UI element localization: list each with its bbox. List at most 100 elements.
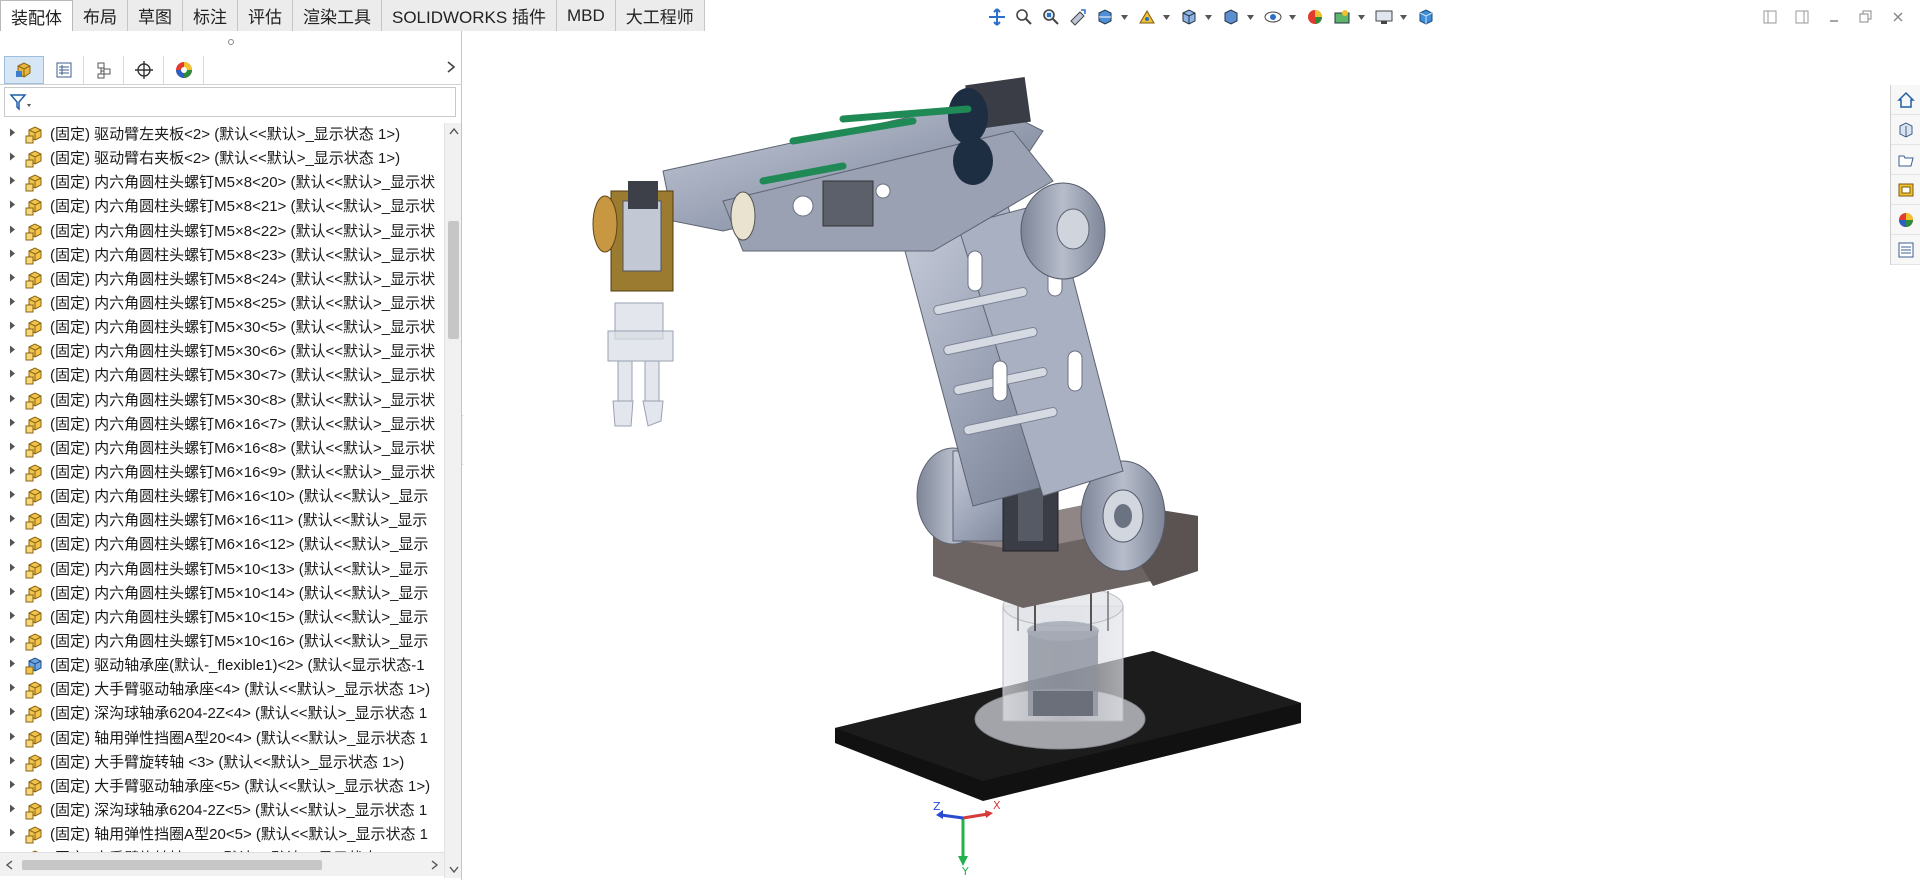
tree-horizontal-scrollbar[interactable] [0, 852, 444, 876]
close-icon[interactable] [1886, 5, 1910, 29]
scroll-right-icon[interactable] [426, 853, 444, 877]
command-tab-6[interactable]: SOLIDWORKS 插件 [382, 0, 557, 31]
tree-item[interactable]: (固定) 内六角圆柱头螺钉M5×8<21> (默认<<默认>_显示状 [0, 195, 444, 219]
dropdown-caret-icon[interactable] [1357, 5, 1365, 29]
tree-item[interactable]: (固定) 内六角圆柱头螺钉M6×16<8> (默认<<默认>_显示状 [0, 437, 444, 461]
move-view-icon[interactable] [985, 5, 1009, 29]
expand-arrow-icon[interactable] [0, 702, 18, 726]
zoom-area-icon[interactable] [1039, 5, 1063, 29]
expand-arrow-icon[interactable] [0, 437, 18, 461]
tree-item[interactable]: (固定) 大手臂旋转轴 <3> (默认<<默认>_显示状态 1>) [0, 751, 444, 775]
appearances-icon[interactable] [1891, 205, 1920, 235]
dropdown-caret-icon[interactable] [1288, 5, 1296, 29]
expand-arrow-icon[interactable] [0, 799, 18, 823]
dimxpert-tab[interactable] [124, 55, 164, 84]
expand-arrow-icon[interactable] [0, 654, 18, 678]
expand-arrow-icon[interactable] [0, 678, 18, 702]
display-style-icon[interactable] [1219, 5, 1243, 29]
expand-arrow-icon[interactable] [0, 533, 18, 557]
tile-left-icon[interactable] [1758, 5, 1782, 29]
isometric-icon[interactable] [1414, 5, 1438, 29]
edit-appearance-icon[interactable] [1303, 5, 1327, 29]
command-tab-0[interactable]: 装配体 [0, 0, 73, 31]
tree-item[interactable]: (固定) 轴用弹性挡圈A型20<5> (默认<<默认>_显示状态 1 [0, 823, 444, 847]
command-tab-8[interactable]: 大工程师 [615, 0, 705, 31]
expand-arrow-icon[interactable] [0, 123, 18, 147]
tree-item[interactable]: (固定) 深沟球轴承6204-2Z<4> (默认<<默认>_显示状态 1 [0, 702, 444, 726]
tree-item[interactable]: (固定) 内六角圆柱头螺钉M5×30<6> (默认<<默认>_显示状 [0, 340, 444, 364]
tree-filter[interactable] [4, 87, 456, 117]
tree-item[interactable]: (固定) 内六角圆柱头螺钉M6×16<12> (默认<<默认>_显示 [0, 533, 444, 557]
view-palette-icon[interactable] [1891, 175, 1920, 205]
tree-item[interactable]: (固定) 内六角圆柱头螺钉M5×8<22> (默认<<默认>_显示状 [0, 220, 444, 244]
expand-arrow-icon[interactable] [0, 268, 18, 292]
tree-item[interactable]: (固定) 驱动轴承座(默认-_flexible1)<2> (默认<显示状态-1 [0, 654, 444, 678]
expand-arrow-icon[interactable] [0, 751, 18, 775]
expand-arrow-icon[interactable] [0, 195, 18, 219]
tree-item[interactable]: (固定) 内六角圆柱头螺钉M6×16<7> (默认<<默认>_显示状 [0, 413, 444, 437]
design-library-icon[interactable] [1891, 115, 1920, 145]
command-tab-4[interactable]: 评估 [238, 0, 293, 31]
expand-arrow-icon[interactable] [0, 244, 18, 268]
expand-arrow-icon[interactable] [0, 823, 18, 847]
tree-item[interactable]: (固定) 轴用弹性挡圈A型20<4> (默认<<默认>_显示状态 1 [0, 727, 444, 751]
display-manager-tab[interactable] [164, 55, 204, 84]
configurationmanager-tab[interactable] [84, 55, 124, 84]
file-explorer-icon[interactable] [1891, 145, 1920, 175]
scroll-up-icon[interactable] [445, 123, 462, 139]
view-orientation-icon[interactable] [1177, 5, 1201, 29]
graphics-area[interactable]: X Y Z [463, 31, 1920, 880]
section-view-icon[interactable] [1093, 5, 1117, 29]
expand-arrow-icon[interactable] [0, 582, 18, 606]
tree-item[interactable]: (固定) 驱动臂右夹板<2> (默认<<默认>_显示状态 1>) [0, 147, 444, 171]
propertymanager-tab[interactable] [44, 55, 84, 84]
expand-arrow-icon[interactable] [0, 461, 18, 485]
command-tab-3[interactable]: 标注 [183, 0, 238, 31]
expand-arrow-icon[interactable] [0, 220, 18, 244]
dropdown-caret-icon[interactable] [1246, 5, 1254, 29]
tree-item[interactable]: (固定) 内六角圆柱头螺钉M5×10<14> (默认<<默认>_显示 [0, 582, 444, 606]
command-tab-1[interactable]: 布局 [73, 0, 128, 31]
dynamic-annotation-icon[interactable] [1135, 5, 1159, 29]
tree-item[interactable]: (固定) 驱动臂左夹板<2> (默认<<默认>_显示状态 1>) [0, 123, 444, 147]
tree-item[interactable]: (固定) 内六角圆柱头螺钉M6×16<11> (默认<<默认>_显示 [0, 509, 444, 533]
tree-item[interactable]: (固定) 内六角圆柱头螺钉M5×10<16> (默认<<默认>_显示 [0, 630, 444, 654]
expand-arrow-icon[interactable] [0, 485, 18, 509]
expand-arrow-icon[interactable] [0, 171, 18, 195]
tree-item[interactable]: (固定) 内六角圆柱头螺钉M5×8<20> (默认<<默认>_显示状 [0, 171, 444, 195]
tree-item[interactable]: (固定) 大手臂驱动轴承座<4> (默认<<默认>_显示状态 1>) [0, 678, 444, 702]
dropdown-caret-icon[interactable] [1120, 5, 1128, 29]
expand-arrow-icon[interactable] [0, 364, 18, 388]
tree-vertical-scrollbar[interactable] [444, 123, 461, 878]
expand-arrow-icon[interactable] [0, 316, 18, 340]
tree-item[interactable]: (固定) 内六角圆柱头螺钉M5×8<24> (默认<<默认>_显示状 [0, 268, 444, 292]
expand-arrow-icon[interactable] [0, 292, 18, 316]
restore-icon[interactable] [1854, 5, 1878, 29]
expand-arrow-icon[interactable] [0, 606, 18, 630]
expand-arrow-icon[interactable] [0, 630, 18, 654]
tree-item[interactable]: (固定) 内六角圆柱头螺钉M5×10<15> (默认<<默认>_显示 [0, 606, 444, 630]
vertical-scroll-thumb[interactable] [448, 221, 459, 339]
scroll-left-icon[interactable] [0, 853, 18, 877]
command-tab-2[interactable]: 草图 [128, 0, 183, 31]
minimize-icon[interactable] [1822, 5, 1846, 29]
apply-scene-icon[interactable] [1330, 5, 1354, 29]
tile-right-icon[interactable] [1790, 5, 1814, 29]
dropdown-caret-icon[interactable] [1162, 5, 1170, 29]
custom-properties-icon[interactable] [1891, 235, 1920, 265]
panel-grip-handle[interactable] [0, 31, 461, 53]
tree-item[interactable]: (固定) 内六角圆柱头螺钉M6×16<9> (默认<<默认>_显示状 [0, 461, 444, 485]
hide-show-icon[interactable] [1261, 5, 1285, 29]
tree-item[interactable]: (固定) 深沟球轴承6204-2Z<5> (默认<<默认>_显示状态 1 [0, 799, 444, 823]
featuremanager-tab[interactable] [4, 55, 44, 84]
expand-arrow-icon[interactable] [0, 775, 18, 799]
dropdown-caret-icon[interactable] [1399, 5, 1407, 29]
scroll-down-icon[interactable] [445, 862, 462, 878]
view-settings-icon[interactable] [1372, 5, 1396, 29]
expand-arrow-icon[interactable] [0, 727, 18, 751]
dropdown-caret-icon[interactable] [1204, 5, 1212, 29]
expand-arrow-icon[interactable] [0, 558, 18, 582]
tree-item[interactable]: (固定) 内六角圆柱头螺钉M5×10<13> (默认<<默认>_显示 [0, 558, 444, 582]
expand-arrow-icon[interactable] [0, 340, 18, 364]
command-tab-7[interactable]: MBD [556, 0, 616, 31]
